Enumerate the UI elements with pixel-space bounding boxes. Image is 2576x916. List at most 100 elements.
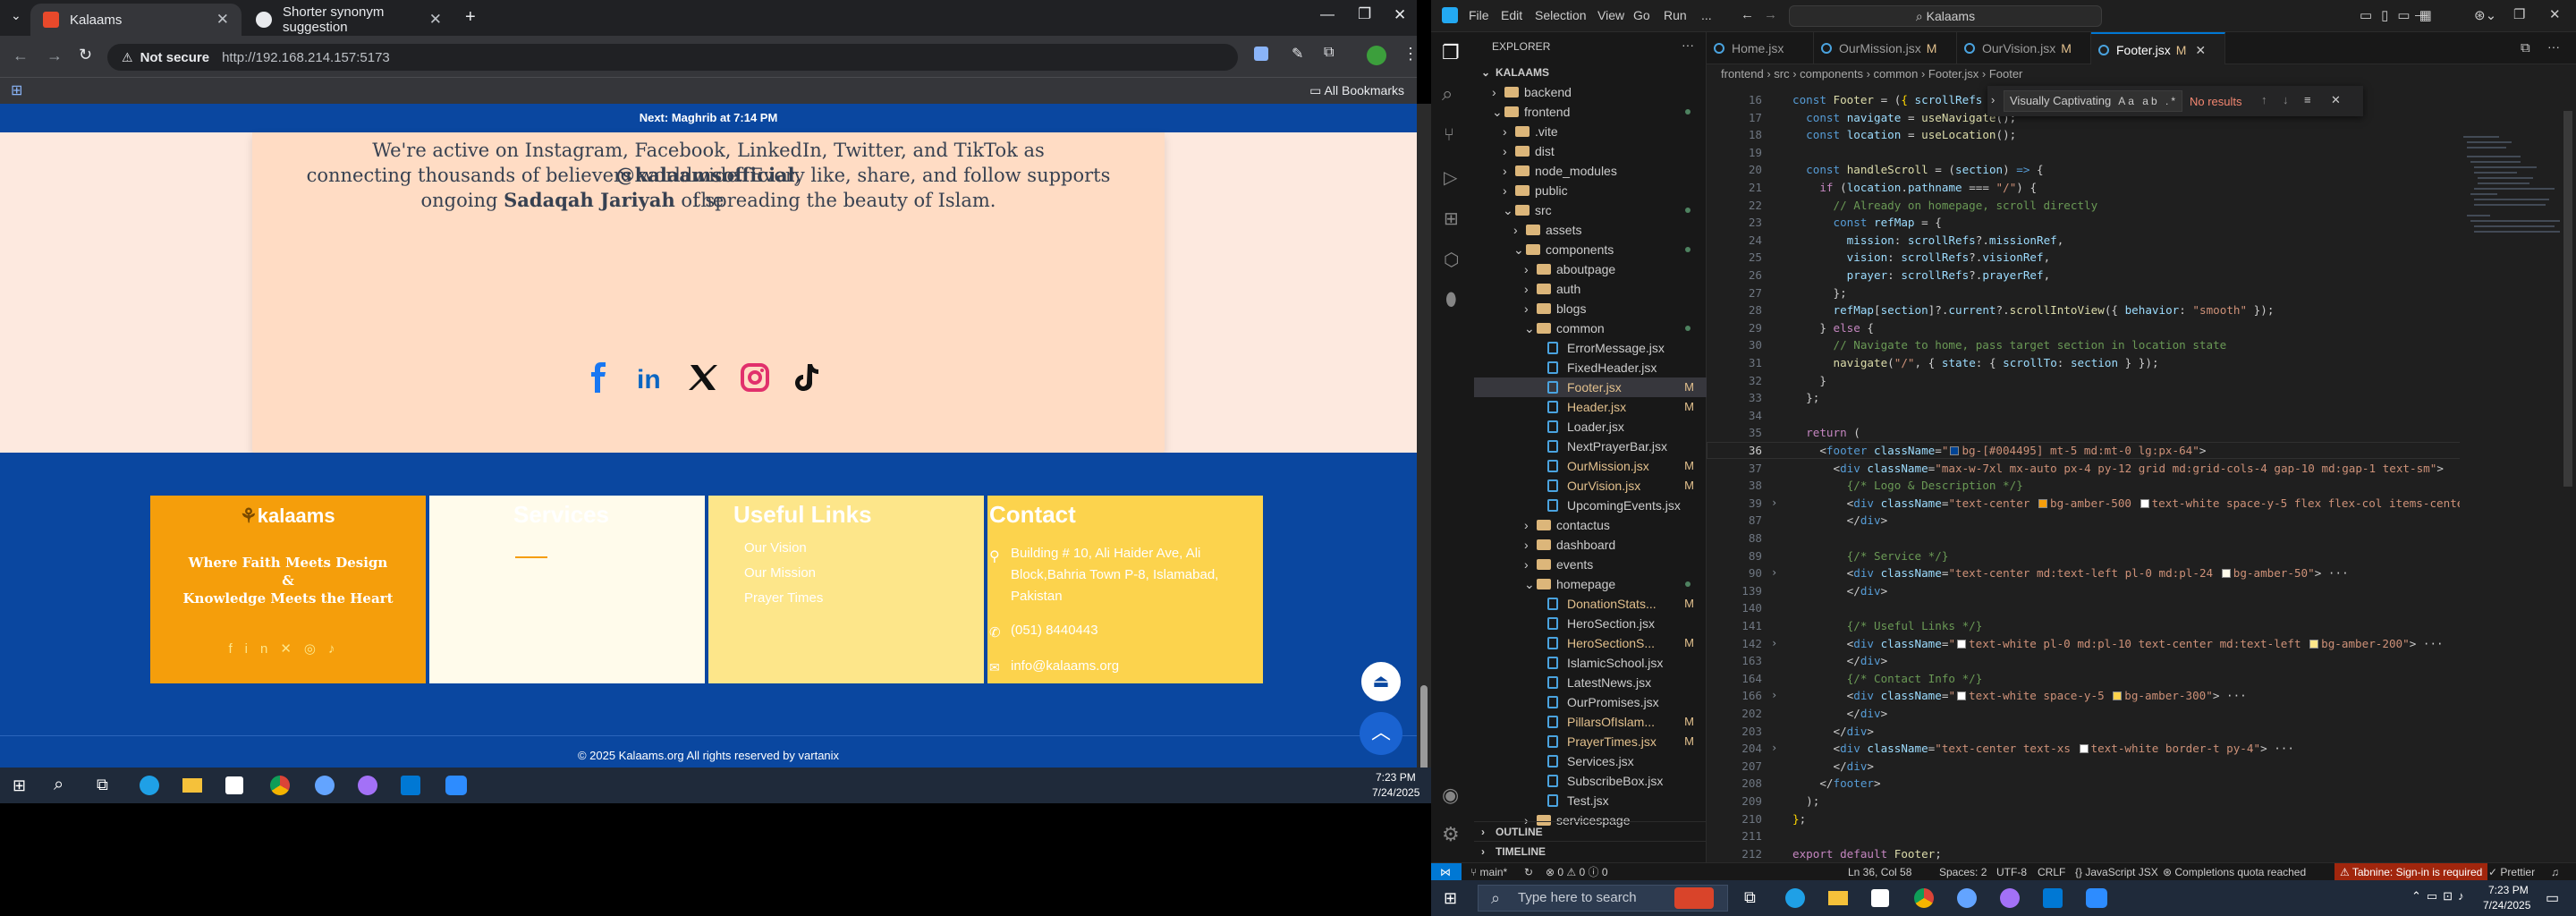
tree-file[interactable]: HeroSectionS... M [1474,633,1707,653]
notifications-icon[interactable]: ♫ [2551,863,2559,881]
edge-icon[interactable] [140,776,159,795]
edge-icon[interactable] [1785,888,1805,908]
tree-folder[interactable]: › aboutpage [1474,259,1707,279]
file-explorer-icon[interactable] [1828,891,1848,905]
code-line[interactable]: <div className="text-center bg-amber-500… [1792,495,2512,512]
tree-folder[interactable]: ⌄ frontend [1474,102,1707,122]
tree-folder[interactable]: ⌄ homepage [1474,574,1707,594]
store-icon[interactable] [1871,889,1889,907]
explorer-icon[interactable]: ❐ [1442,41,1460,64]
code-line[interactable]: vision: scrollRefs?.visionRef, [1792,249,2051,266]
code-line[interactable]: {/* Service */} [1792,547,1949,564]
windows-start-icon[interactable]: ⊞ [1444,889,1457,908]
find-option-icons[interactable]: Aa ab .* [2118,91,2178,111]
code-line[interactable]: const handleScroll = (section) => { [1792,161,2043,178]
tab-ourmission-jsx[interactable]: OurMission.jsx M [1814,32,1957,64]
copilot-icon[interactable]: ⊛⌄ [2474,7,2496,23]
tree-folder[interactable]: › node_modules [1474,161,1707,181]
linkedin-icon[interactable]: in [245,641,281,657]
link-our-mission[interactable]: Our Mission [744,565,816,581]
mongodb-icon[interactable]: ⬮ [1445,290,1457,310]
fold-chevron-icon[interactable]: › [1771,687,1777,704]
notification-center-icon[interactable]: ▭ [2546,889,2559,907]
tree-folder[interactable]: › assets [1474,220,1707,240]
close-tab-icon[interactable]: ✕ [429,11,442,29]
encoding[interactable]: UTF-8 [1996,863,2027,881]
code-line[interactable]: const refMap = { [1792,214,1942,231]
tools-icon[interactable] [1674,887,1714,909]
menu-file[interactable]: File [1469,8,1489,22]
code-line[interactable]: </div> [1792,723,1874,740]
tree-file[interactable]: LatestNews.jsx [1474,673,1707,692]
tree-folder[interactable]: › public [1474,181,1707,200]
menu-more[interactable]: ... [1701,8,1712,22]
code-line[interactable]: <footer className=" bg-[#004495] mt-5 md:… [1792,442,2206,459]
vertical-scrollbar[interactable] [2563,111,2572,487]
outline-section[interactable]: › OUTLINE [1474,821,1707,841]
remote-explorer-icon[interactable]: ⬡ [1444,249,1459,271]
zoom-icon[interactable] [445,776,467,795]
code-line[interactable]: } else { [1792,319,1874,336]
link-our-vision[interactable]: Our Vision [744,540,807,556]
code-line[interactable]: }; [1792,284,1846,301]
tree-file[interactable]: PrayerTimes.jsx M [1474,732,1707,751]
extension-icon[interactable] [1254,47,1268,61]
tree-file[interactable]: Loader.jsx [1474,417,1707,437]
code-line[interactable]: </div> [1792,652,1888,669]
workspace-root[interactable]: ⌄ KALAAMS [1474,63,1707,82]
tree-folder[interactable]: ⌄ src [1474,200,1707,220]
find-next-icon[interactable]: ↓ [2283,93,2289,106]
email-address[interactable]: info@kalaams.org [1011,658,1119,674]
code-line[interactable]: // Already on homepage, scroll directly [1792,197,2098,214]
timeline-section[interactable]: › TIMELINE [1474,841,1707,861]
problems-indicator[interactable]: ⊗ 0 ⚠ 0 ⓘ 0 [1546,863,1608,881]
scroll-thumb[interactable] [1420,685,1428,775]
tree-file[interactable]: HeroSection.jsx [1474,614,1707,633]
code-line[interactable]: <div className=" text-white pl-0 md:pl-10… [1792,635,2444,652]
command-center[interactable]: ⌕ Kalaams [1789,5,2102,27]
tree-folder[interactable]: ⌄ common [1474,318,1707,338]
code-line[interactable]: if (location.pathname === "/") { [1792,179,2037,196]
x-icon[interactable] [687,361,719,394]
scroll-up-button[interactable]: ︿ [1360,712,1402,755]
chrome-icon[interactable] [1914,888,1934,908]
code-line[interactable]: {/* Useful Links */} [1792,617,1983,634]
facebook-icon[interactable] [583,361,615,394]
indentation[interactable]: Spaces: 2 [1939,863,1987,881]
settings-gear-icon[interactable]: ⚙ [1442,823,1460,846]
run-debug-icon[interactable]: ▷ [1444,166,1457,189]
toggle-replace-icon[interactable]: › [1991,93,1995,106]
vscode-icon[interactable] [401,776,420,795]
puzzle-icon[interactable]: ⧉ [1324,45,1334,61]
tree-file[interactable]: DonationStats... M [1474,594,1707,614]
instagram-icon[interactable]: ◎ [304,641,328,657]
tree-file[interactable]: ErrorMessage.jsx [1474,338,1707,358]
editor-more-icon[interactable]: ··· [2547,39,2560,54]
code-line[interactable]: <div className=" text-white space-y-5 bg-… [1792,687,2247,704]
tab-synonym[interactable]: Shorter synonym suggestion ✕ [243,4,454,36]
tabnine-status[interactable]: ⚠ Tabnine: Sign-in is required [2334,863,2488,881]
apps-icon[interactable]: ⊞ [11,81,22,99]
tree-file[interactable]: Footer.jsx M [1474,377,1707,397]
menu-view[interactable]: View [1597,8,1624,22]
tab-ourvision-jsx[interactable]: OurVision.jsx M [1957,32,2091,64]
tree-folder[interactable]: › dist [1474,141,1707,161]
tree-folder[interactable]: › blogs [1474,299,1707,318]
code-line[interactable]: mission: scrollRefs?.missionRef, [1792,232,2064,249]
tab-footer-jsx[interactable]: Footer.jsx M ✕ [2091,32,2225,64]
code-line[interactable]: </footer> [1792,775,1880,792]
code-editor[interactable]: 16const Footer = ({ scrollRefs }) => {17… [1707,84,2576,862]
tree-file[interactable]: PillarsOfIslam... M [1474,712,1707,732]
explorer-more-icon[interactable]: ··· [1682,38,1694,52]
search-icon[interactable]: ⌕ [54,775,64,795]
tree-folder[interactable]: › auth [1474,279,1707,299]
menu-selection[interactable]: Selection [1535,8,1587,22]
tree-file[interactable]: SubscribeBox.jsx [1474,771,1707,791]
code-line[interactable]: navigate("/", { state: { scrollTo: secti… [1792,354,2159,371]
nav-forward-icon[interactable]: → [1764,7,1777,22]
menu-go[interactable]: Go [1633,8,1650,22]
tree-folder[interactable]: › contactus [1474,515,1707,535]
code-line[interactable]: }; [1792,389,1819,406]
close-window-icon[interactable]: ✕ [2549,6,2561,22]
account-icon[interactable]: ◉ [1442,784,1459,807]
